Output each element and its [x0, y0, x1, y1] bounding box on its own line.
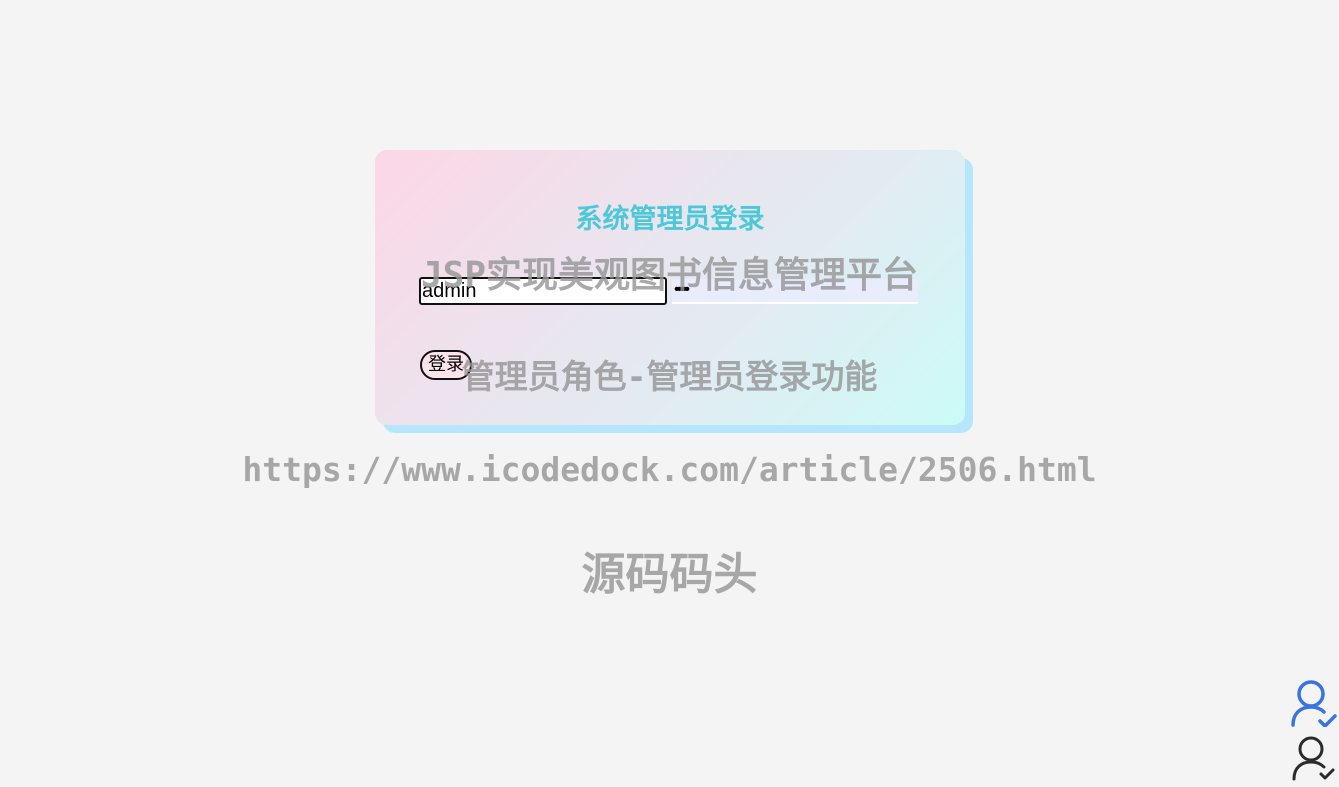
login-page: 系统管理员登录 ••••• 登录 JSP实现美观图书信息管理平台 管理员角色-管…	[0, 0, 1339, 787]
password-mask: •••••	[674, 281, 690, 298]
user-check-icon-dark[interactable]	[1289, 733, 1337, 783]
user-check-icon[interactable]	[1289, 677, 1337, 728]
username-input[interactable]	[419, 277, 667, 305]
password-input[interactable]: •••••	[672, 279, 918, 304]
login-card: 系统管理员登录 ••••• 登录	[375, 150, 965, 425]
login-title: 系统管理员登录	[575, 204, 765, 235]
watermark-site: 源码码头	[581, 549, 758, 600]
watermark-url: https://www.icodedock.com/article/2506.h…	[242, 450, 1097, 489]
login-button[interactable]: 登录	[420, 350, 472, 380]
